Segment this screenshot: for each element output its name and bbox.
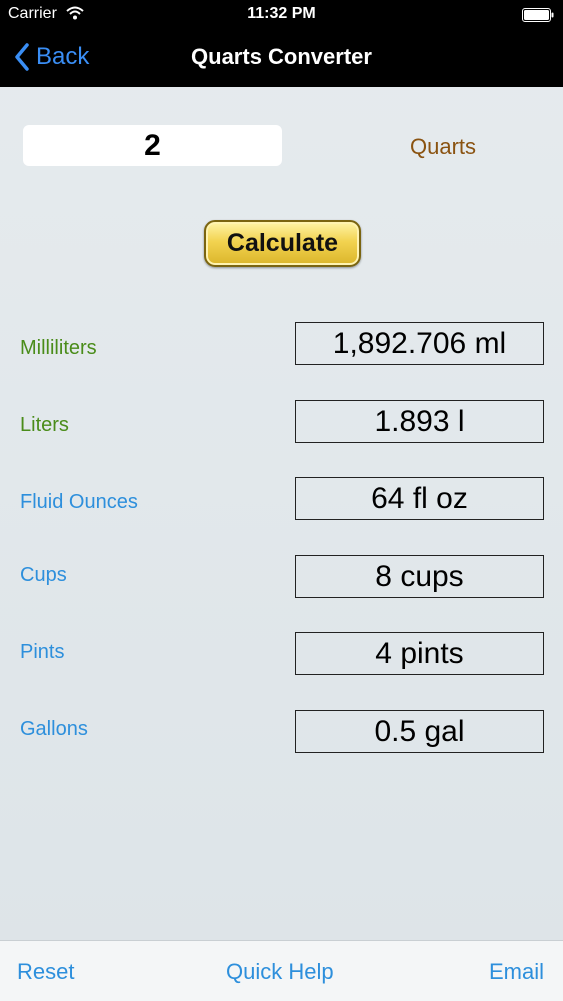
result-value-fluid-ounces: 64 fl oz <box>295 477 544 520</box>
result-value-gallons: 0.5 gal <box>295 710 544 753</box>
result-value-cups: 8 cups <box>295 555 544 598</box>
result-label-cups: Cups <box>20 564 67 586</box>
calculate-button[interactable]: Calculate <box>204 220 361 267</box>
result-value-milliliters: 1,892.706 ml <box>295 322 544 365</box>
reset-button[interactable]: Reset <box>17 959 74 985</box>
status-bar: Carrier 11:32 PM <box>0 0 563 30</box>
result-label-fluid-ounces: Fluid Ounces <box>20 491 138 513</box>
result-label-liters: Liters <box>20 414 69 436</box>
result-label-milliliters: Milliliters <box>20 337 97 359</box>
result-label-gallons: Gallons <box>20 718 88 740</box>
top-bar: Carrier 11:32 PM Back Quarts Converter <box>0 0 563 87</box>
unit-label: Quarts <box>409 134 477 159</box>
result-value-pints: 4 pints <box>295 632 544 675</box>
quick-help-button[interactable]: Quick Help <box>226 959 334 985</box>
status-time: 11:32 PM <box>247 5 316 22</box>
page-title: Quarts Converter <box>191 44 372 69</box>
email-button[interactable]: Email <box>489 959 544 985</box>
bottom-toolbar: Reset Quick Help Email <box>0 940 563 1001</box>
quantity-input[interactable] <box>23 125 282 166</box>
result-value-liters: 1.893 l <box>295 400 544 443</box>
result-label-pints: Pints <box>20 641 65 663</box>
battery-icon <box>522 8 554 22</box>
